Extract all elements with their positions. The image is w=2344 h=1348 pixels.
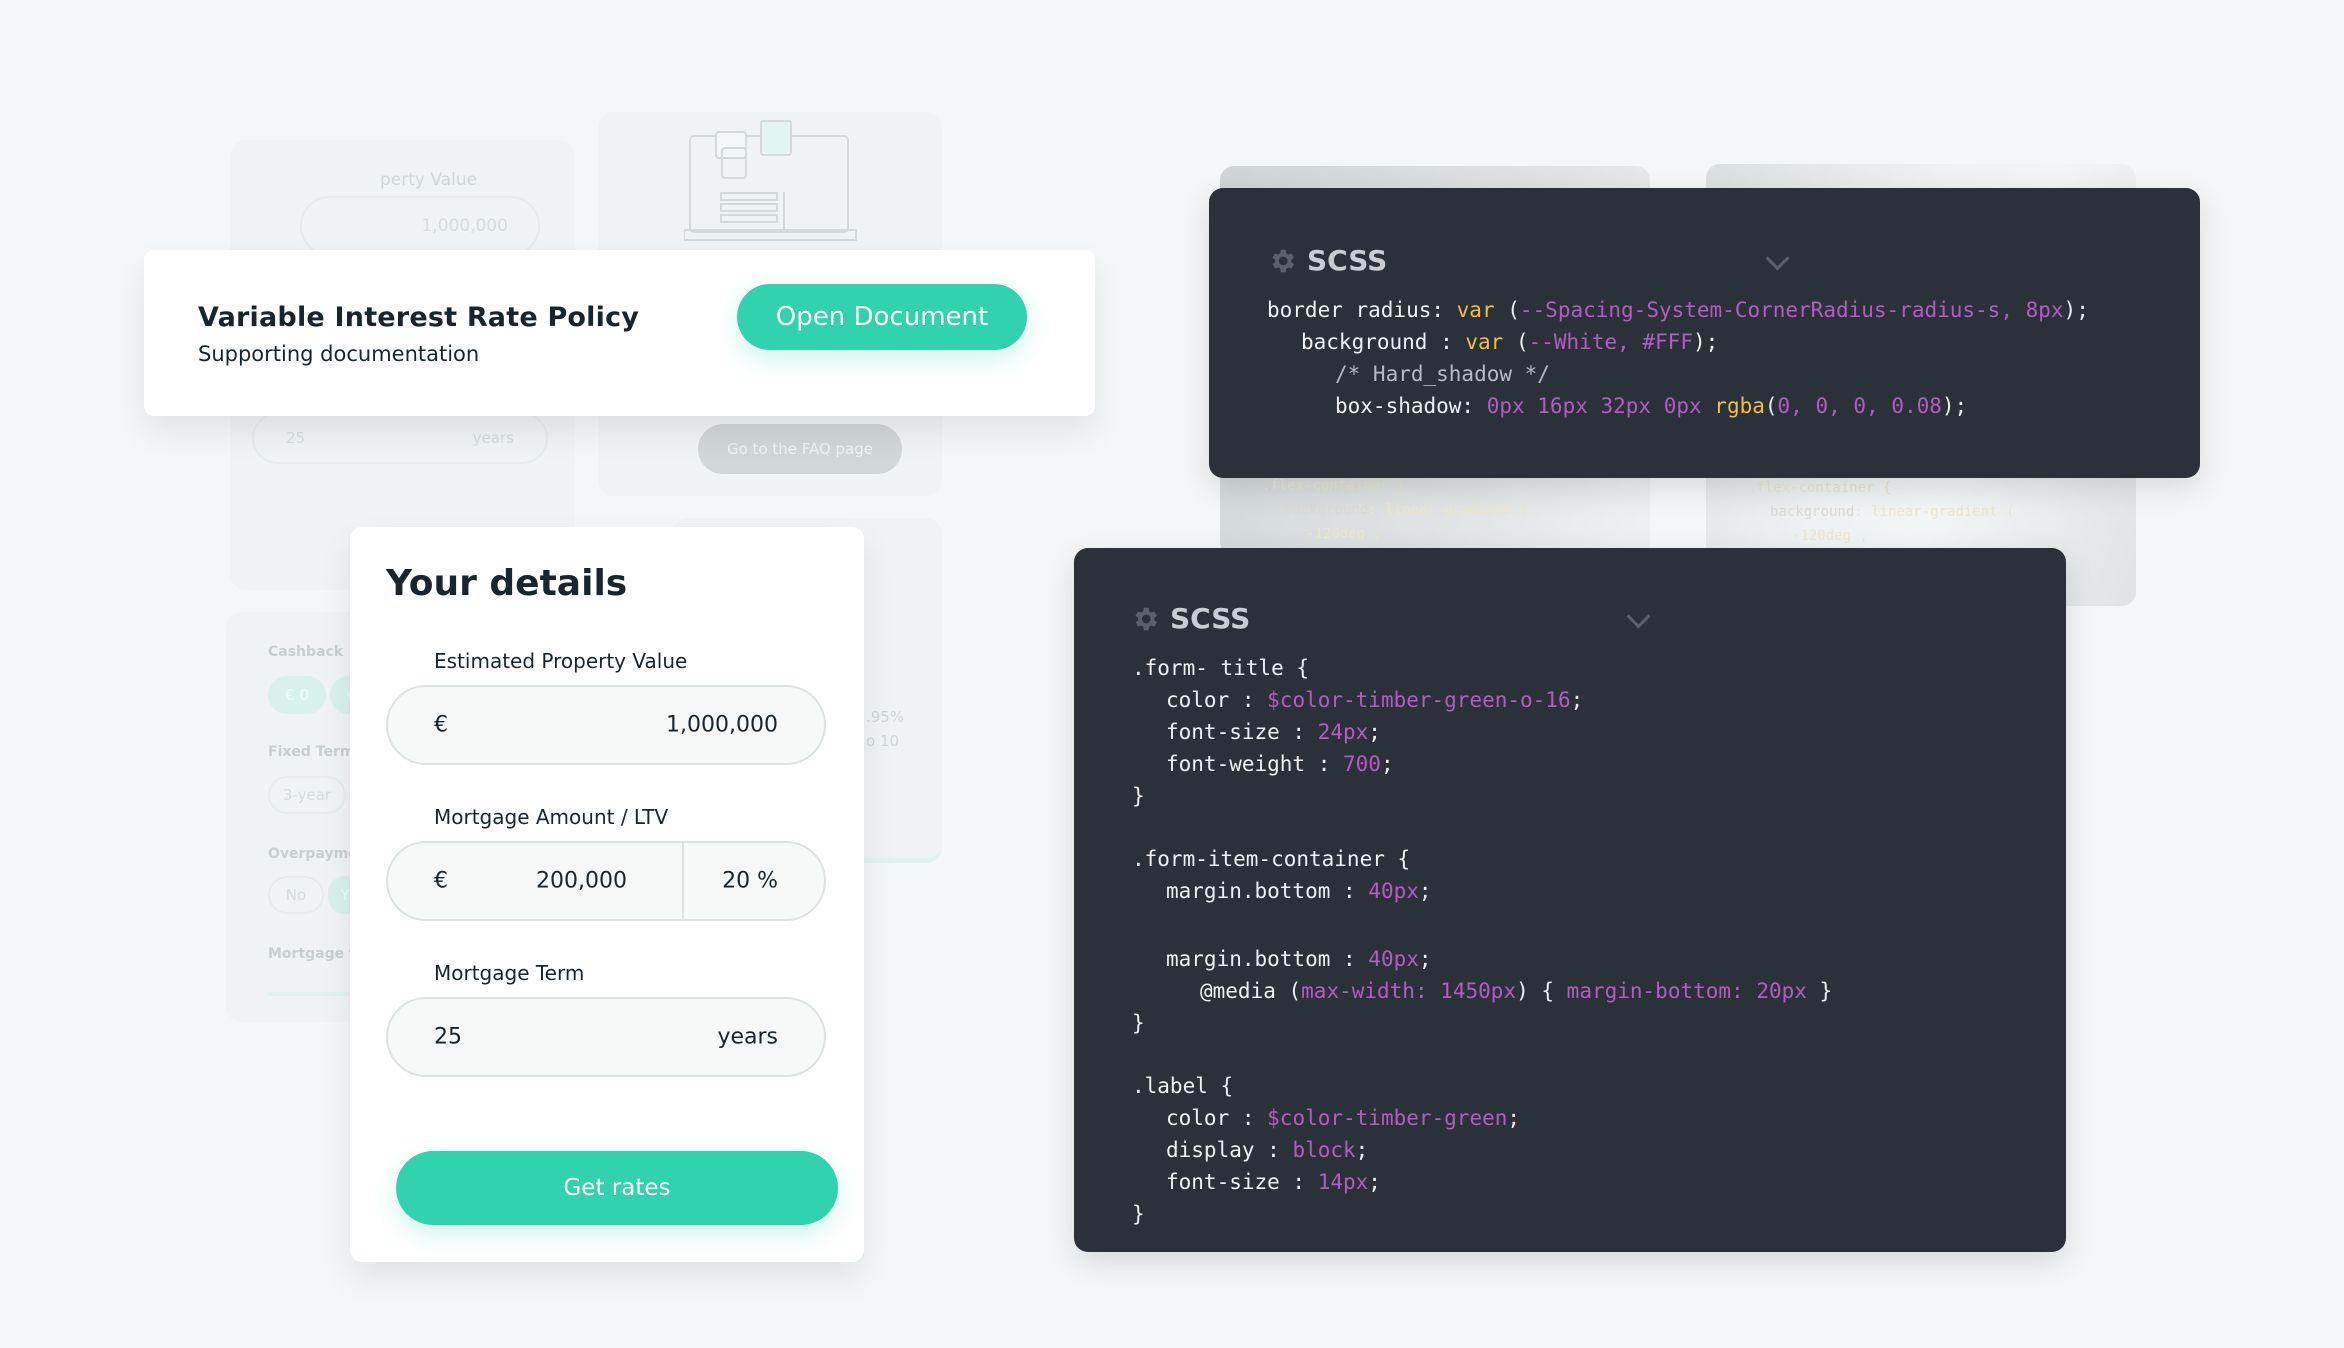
background-term-field: 25 years	[252, 412, 548, 464]
code-line: .label {	[1132, 1074, 1234, 1098]
code-line: background : var (--White, #FFF);	[1301, 330, 1719, 354]
property-value: 1,000,000	[666, 712, 778, 738]
currency-symbol: €	[434, 868, 448, 894]
laptop-faq-illustration-icon	[684, 120, 857, 241]
code-line: box-shadow: 0px 16px 32px 0px rgba(0, 0,…	[1335, 394, 1968, 418]
scss-code-card: SCSS border radius: var (--Spacing-Syste…	[1209, 188, 2200, 478]
rate-text: o 10	[866, 732, 900, 750]
code-language-label: SCSS	[1170, 602, 1251, 635]
code-line: font-size : 14px;	[1166, 1170, 1381, 1194]
code-line: font-weight : 700;	[1166, 752, 1394, 776]
property-value-input[interactable]: € 1,000,000	[386, 685, 826, 765]
document-card: Variable Interest Rate Policy Supporting…	[144, 250, 1095, 416]
term-value: 25	[434, 1024, 462, 1050]
get-rates-button[interactable]: Get rates	[396, 1151, 838, 1225]
background-code: .flex-container { background: linear-gra…	[1748, 480, 2015, 544]
chevron-down-icon[interactable]	[1765, 246, 1790, 271]
code-line: .form- title {	[1132, 656, 1310, 680]
mortgage-term-label: Mortgage Term	[434, 961, 585, 985]
code-line: color : $color-timber-green-o-16;	[1166, 688, 1584, 712]
form-title: Your details	[386, 563, 628, 604]
mortgage-term-input[interactable]: 25 years	[386, 997, 826, 1077]
code-line: }	[1132, 1202, 1145, 1226]
field-divider	[682, 843, 684, 919]
fixed-term-option: 3-year	[268, 776, 346, 814]
cashback-label: Cashback	[268, 644, 344, 660]
open-document-button[interactable]: Open Document	[737, 284, 1027, 350]
background-label: perty Value	[380, 170, 478, 190]
mortgage-amount-input[interactable]: € 200,000 20 %	[386, 841, 826, 921]
gear-icon	[1272, 249, 1294, 272]
code-card-header: SCSS	[1267, 244, 1387, 277]
cashback-option: € 0	[268, 676, 326, 714]
chevron-down-icon[interactable]	[1626, 604, 1651, 629]
overpayment-option: No	[268, 876, 324, 914]
code-language-label: SCSS	[1307, 244, 1388, 277]
background-property-field: 1,000,000	[300, 196, 540, 256]
mortgage-amount-value: 200,000	[536, 868, 627, 894]
rate-text: .95%	[866, 708, 905, 726]
code-line: border radius: var (--Spacing-System-Cor…	[1267, 298, 2089, 322]
term-unit: years	[717, 1024, 778, 1050]
code-line: display : block;	[1166, 1138, 1369, 1162]
gear-icon	[1135, 607, 1157, 630]
details-form-card: Your details Estimated Property Value € …	[350, 527, 864, 1262]
code-card-header: SCSS	[1130, 602, 1250, 635]
code-line: .form-item-container {	[1132, 847, 1411, 871]
code-line: }	[1132, 784, 1145, 808]
code-line: color : $color-timber-green;	[1166, 1106, 1521, 1130]
mortgage-amount-label: Mortgage Amount / LTV	[434, 805, 669, 829]
scss-code-card: SCSS .form- title { color : $color-timbe…	[1074, 548, 2066, 1252]
ltv-input[interactable]: 20 %	[722, 869, 778, 894]
background-code: .flex-container { background: linear-gra…	[1262, 478, 1529, 542]
faq-button[interactable]: Go to the FAQ page	[698, 424, 902, 474]
term-slider-track	[268, 992, 358, 996]
document-subtitle: Supporting documentation	[198, 342, 480, 366]
currency-symbol: €	[434, 712, 448, 738]
code-line: margin.bottom : 40px;	[1166, 879, 1432, 903]
code-line: @media (max-width: 1450px) { margin-bott…	[1200, 979, 1833, 1003]
fixed-term-label: Fixed Term	[268, 744, 355, 760]
code-line: font-size : 24px;	[1166, 720, 1381, 744]
document-title: Variable Interest Rate Policy	[198, 302, 640, 333]
code-line: }	[1132, 1011, 1145, 1035]
code-comment: /* Hard_shadow */	[1335, 362, 1550, 386]
property-value-label: Estimated Property Value	[434, 649, 688, 673]
code-line: margin.bottom : 40px;	[1166, 947, 1432, 971]
